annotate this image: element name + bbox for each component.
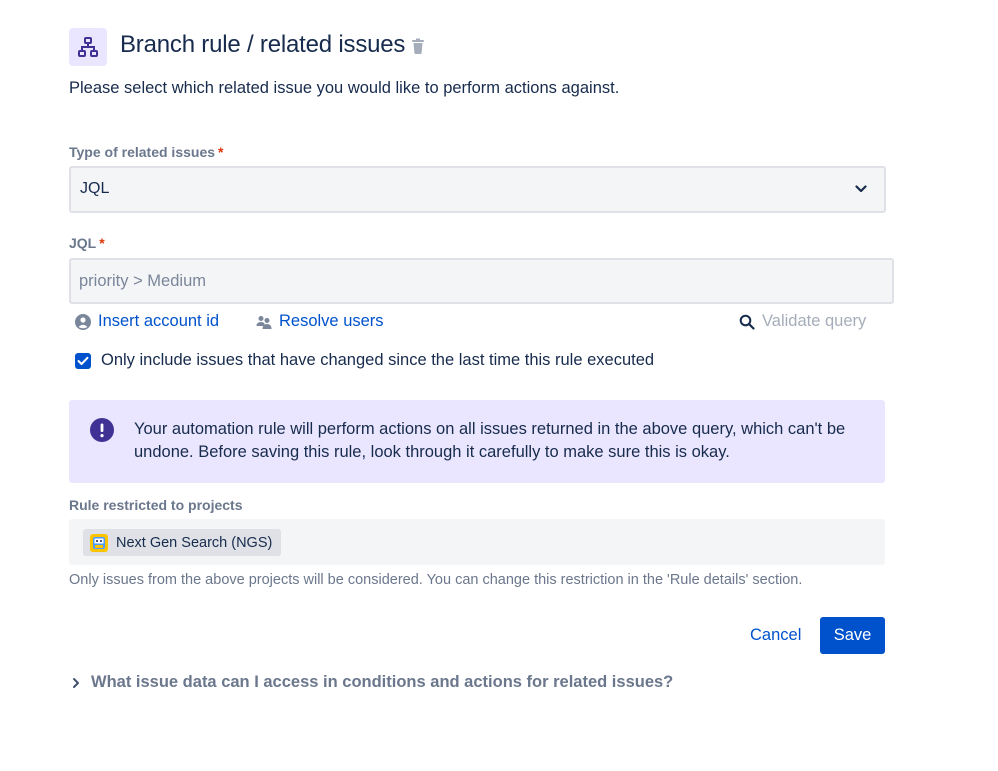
warning-text: Your automation rule will perform action… — [134, 420, 846, 461]
only-include-changed-label: Only include issues that have changed si… — [101, 351, 655, 369]
page-description: Please select which related issue you wo… — [69, 79, 620, 97]
restricted-projects-box: Next Gen Search (NGS) — [69, 519, 885, 565]
chevron-down-icon — [855, 185, 867, 193]
type-field-label: Type of related issues * — [69, 144, 223, 160]
project-tag-label: Next Gen Search (NGS) — [116, 534, 273, 551]
type-of-related-issues-select[interactable]: JQL — [69, 166, 886, 213]
required-mark: * — [99, 235, 105, 251]
search-icon — [739, 314, 755, 330]
restricted-projects-label: Rule restricted to projects — [69, 497, 243, 513]
insert-account-id-button[interactable]: Insert account id — [75, 312, 219, 331]
only-include-changed-checkbox[interactable] — [75, 352, 91, 369]
restriction-help-text: Only issues from the above projects will… — [69, 572, 803, 588]
validate-query-button[interactable]: Validate query — [739, 312, 866, 331]
resolve-users-button[interactable]: Resolve users — [256, 312, 384, 331]
type-field-label-text: Type of related issues — [69, 144, 216, 160]
jql-field-label-text: JQL — [69, 235, 97, 251]
people-icon — [256, 315, 272, 329]
jql-input[interactable] — [69, 258, 894, 304]
check-icon — [77, 356, 89, 365]
branch-icon — [78, 37, 98, 57]
project-tag: Next Gen Search (NGS) — [83, 529, 282, 556]
exclamation-icon — [90, 418, 114, 442]
only-include-changed-checkbox-row[interactable]: Only include issues that have changed si… — [75, 351, 654, 370]
type-select-value: JQL — [80, 180, 110, 197]
project-avatar-icon — [90, 533, 108, 552]
issue-data-faq-toggle[interactable]: What issue data can I access in conditio… — [72, 673, 673, 692]
person-icon — [75, 313, 91, 330]
trash-icon[interactable] — [410, 38, 426, 60]
page-title: Branch rule / related issues — [120, 31, 406, 58]
resolve-users-label: Resolve users — [279, 312, 384, 330]
validate-query-label: Validate query — [762, 312, 867, 330]
warning-banner: Your automation rule will perform action… — [69, 400, 885, 483]
issue-data-faq-label: What issue data can I access in conditio… — [91, 673, 674, 691]
jql-field-label: JQL * — [69, 235, 105, 251]
required-mark: * — [218, 144, 224, 160]
save-button[interactable]: Save — [820, 617, 885, 654]
branch-rule-icon-box — [69, 28, 107, 66]
cancel-button[interactable]: Cancel — [738, 617, 813, 654]
chevron-right-icon — [73, 677, 79, 688]
insert-account-id-label: Insert account id — [98, 312, 220, 330]
